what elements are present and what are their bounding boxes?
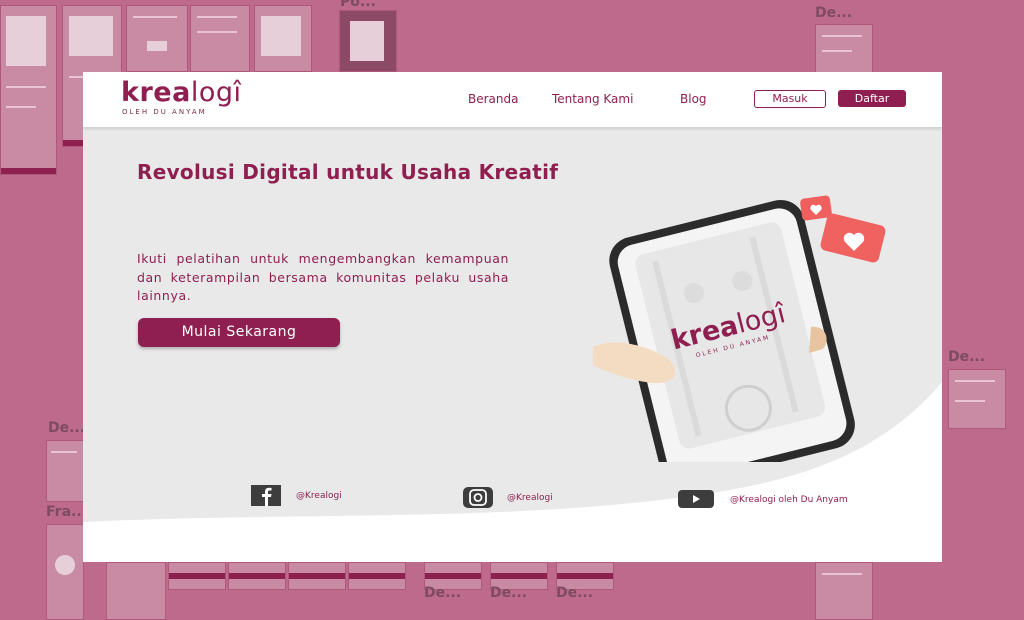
instagram-handle: @Krealogi <box>507 493 553 503</box>
canvas-thumbnail[interactable] <box>815 562 873 620</box>
canvas-thumbnail[interactable] <box>46 440 84 502</box>
youtube-handle: @Krealogi oleh Du Anyam <box>730 495 848 505</box>
logo-krea: krea <box>121 77 191 108</box>
navbar: krealogî OLEH DU ANYAM Beranda Tentang K… <box>83 72 942 127</box>
frame-label: De... <box>48 420 86 436</box>
facebook-icon <box>251 485 281 506</box>
nav-link-tentang-kami[interactable]: Tentang Kami <box>552 92 633 106</box>
logo-logi: logî <box>190 77 242 108</box>
frame-label: De... <box>424 585 462 601</box>
canvas-thumbnail[interactable] <box>288 562 346 590</box>
register-button[interactable]: Daftar <box>838 90 906 107</box>
frame-label: Po... <box>340 0 376 10</box>
canvas-thumbnail[interactable] <box>339 10 397 72</box>
frame-label: De... <box>815 5 853 21</box>
canvas-thumbnail[interactable] <box>126 5 188 72</box>
social-facebook[interactable]: @Krealogi <box>251 482 371 506</box>
youtube-icon <box>678 490 714 508</box>
canvas-thumbnail[interactable] <box>228 562 286 590</box>
frame-label: De... <box>556 585 594 601</box>
landing-page-frame: krealogî OLEH DU ANYAM Beranda Tentang K… <box>83 72 942 562</box>
canvas-thumbnail[interactable] <box>0 5 57 175</box>
social-instagram[interactable]: @Krealogi <box>463 482 593 508</box>
social-youtube[interactable]: @Krealogi oleh Du Anyam <box>678 482 908 508</box>
instagram-icon <box>463 487 493 508</box>
canvas-thumbnail[interactable] <box>348 562 406 590</box>
start-now-button[interactable]: Mulai Sekarang <box>138 318 340 347</box>
canvas-thumbnail[interactable] <box>106 562 166 620</box>
frame-label: Fra... <box>46 504 87 520</box>
canvas-thumbnail[interactable] <box>254 5 312 72</box>
facebook-handle: @Krealogi <box>296 491 342 501</box>
phone-illustration: krealogî OLEH DU ANYAM <box>593 195 886 462</box>
canvas-thumbnail[interactable] <box>948 369 1006 429</box>
brand-logo[interactable]: krealogî OLEH DU ANYAM <box>121 77 242 117</box>
hero-title: Revolusi Digital untuk Usaha Kreatif <box>137 160 559 184</box>
login-button[interactable]: Masuk <box>754 90 826 108</box>
nav-link-blog[interactable]: Blog <box>680 92 707 106</box>
frame-label: De... <box>490 585 528 601</box>
hero-description: Ikuti pelatihan untuk mengembangkan kema… <box>137 251 509 303</box>
canvas-thumbnail[interactable] <box>815 24 873 76</box>
canvas-thumbnail[interactable] <box>168 562 226 590</box>
logo-tagline: OLEH DU ANYAM <box>122 108 207 116</box>
canvas-thumbnail[interactable] <box>46 524 84 620</box>
canvas-thumbnail[interactable] <box>190 5 250 72</box>
frame-label: De... <box>948 349 986 365</box>
nav-link-beranda[interactable]: Beranda <box>468 92 518 106</box>
